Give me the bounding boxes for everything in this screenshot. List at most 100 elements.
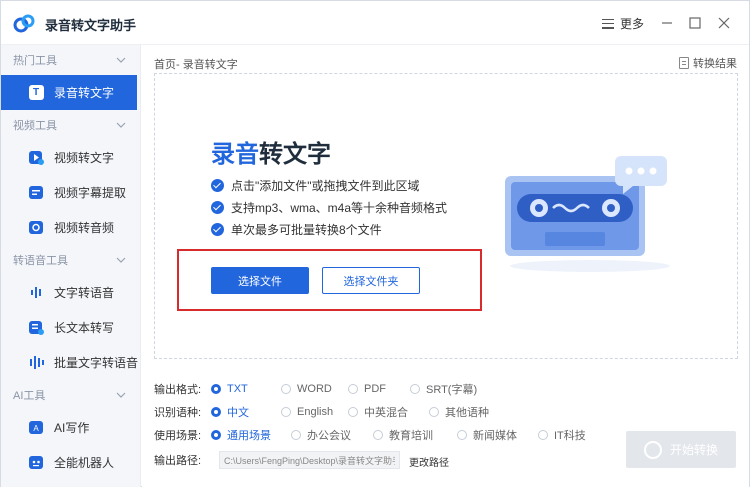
sidebar-item-batch-text-to-speech[interactable]: 批量文字转语音: [1, 345, 140, 380]
soundwave-icon: [30, 287, 41, 298]
section-label: 视频工具: [13, 120, 57, 132]
sidebar-item-text-to-speech[interactable]: 文字转语音: [1, 275, 140, 310]
document-edit-icon: [28, 321, 44, 335]
video-play-icon: [28, 151, 44, 165]
svg-text:A: A: [33, 424, 39, 433]
check-circle-icon: [211, 222, 224, 236]
output-path-field[interactable]: [219, 451, 400, 469]
language-row: 识别语种: 中文 English 中英混合 其他语种: [154, 403, 614, 421]
sidebar-item-all-purpose-robot[interactable]: 全能机器人: [1, 445, 140, 480]
video-audio-icon: [28, 221, 43, 234]
subtitle-icon: [28, 186, 43, 199]
batch-soundwave-icon: [29, 356, 44, 369]
dropzone-title-rest: 转文字: [259, 141, 331, 168]
output-format-row: 输出格式: TXT WORD PDF SRT(字幕): [154, 380, 614, 398]
format-radio-txt[interactable]: TXT: [211, 383, 248, 395]
feature-text: 点击"添加文件"或拖拽文件到此区域: [231, 178, 420, 193]
select-folder-button[interactable]: 选择文件夹: [322, 267, 420, 294]
convert-results-button[interactable]: 转换结果: [679, 55, 737, 71]
dropzone-title: 录音转文字: [211, 134, 331, 169]
scene-radio-meeting[interactable]: 办公会议: [291, 427, 351, 443]
sidebar-item-long-text-transcribe[interactable]: 长文本转写: [1, 310, 140, 345]
section-label: 热门工具: [13, 55, 57, 67]
language-label: 识别语种:: [154, 407, 202, 419]
language-radio-mixed[interactable]: 中英混合: [348, 404, 408, 420]
file-drop-zone[interactable]: 录音转文字 点击"添加文件"或拖拽文件到此区域 支持mp3、wma、m4a等十余…: [154, 73, 738, 359]
close-icon: [718, 17, 730, 29]
minimize-button[interactable]: [657, 13, 677, 33]
app-logo-icon: [13, 14, 35, 33]
section-video-tools[interactable]: 视频工具: [1, 110, 140, 140]
sidebar: 热门工具 T 录音转文字 视频工具 视频转文字 视频字幕提取 视频转音频 转语音…: [1, 45, 141, 487]
format-radio-word[interactable]: WORD: [281, 383, 332, 395]
sidebar-item-video-subtitle-extract[interactable]: 视频字幕提取: [1, 175, 140, 210]
start-convert-label: 开始转换: [669, 443, 718, 457]
scene-radio-education[interactable]: 教育培训: [373, 427, 433, 443]
scene-radio-news[interactable]: 新闻媒体: [457, 427, 517, 443]
feature-text: 支持mp3、wma、m4a等十余种音频格式: [231, 200, 448, 215]
scene-radio-it[interactable]: IT科技: [538, 427, 586, 443]
text-t-icon: T: [28, 85, 44, 100]
sidebar-item-audio-to-text[interactable]: T 录音转文字: [1, 75, 137, 110]
menu-icon: [602, 18, 614, 29]
title-bar: 录音转文字助手 更多: [1, 1, 749, 45]
language-radio-english[interactable]: English: [281, 406, 333, 418]
language-radio-chinese[interactable]: 中文: [211, 404, 249, 420]
minimize-icon: [662, 22, 672, 24]
output-path-row: 输出路径: 更改路径: [154, 451, 454, 469]
sidebar-item-label: 文字转语音: [54, 286, 115, 300]
more-menu-button[interactable]: 更多: [602, 15, 644, 32]
maximize-button[interactable]: [685, 13, 705, 33]
sidebar-item-label: 视频字幕提取: [54, 186, 127, 200]
document-icon: [679, 57, 689, 69]
format-radio-srt[interactable]: SRT(字幕): [410, 381, 477, 397]
feature-item: 点击"添加文件"或拖拽文件到此区域: [211, 174, 447, 196]
more-label: 更多: [620, 17, 645, 31]
sidebar-item-label: 视频转音频: [54, 221, 115, 235]
chevron-down-icon: [116, 392, 126, 398]
sidebar-item-video-to-text[interactable]: 视频转文字: [1, 140, 140, 175]
dropzone-title-accent: 录音: [211, 141, 259, 168]
scene-row: 使用场景: 通用场景 办公会议 教育培训 新闻媒体 IT科技: [154, 426, 614, 444]
maximize-icon: [689, 17, 701, 29]
sidebar-item-label: 录音转文字: [54, 86, 115, 100]
section-label: 转语音工具: [13, 255, 68, 267]
convert-cycle-icon: [643, 440, 662, 459]
language-radio-other[interactable]: 其他语种: [429, 404, 489, 420]
output-path-label: 输出路径:: [154, 455, 202, 467]
main-panel: 首页- 录音转文字 转换结果 录音转文字 点击"添加文件"或拖拽文件到此区域 支…: [142, 45, 749, 487]
chevron-down-icon: [116, 57, 126, 63]
output-format-label: 输出格式:: [154, 384, 202, 396]
sidebar-item-label: 长文本转写: [54, 321, 115, 335]
close-button[interactable]: [714, 13, 734, 33]
cassette-tape-illustration: [505, 156, 670, 272]
feature-list: 点击"添加文件"或拖拽文件到此区域 支持mp3、wma、m4a等十余种音频格式 …: [211, 174, 447, 240]
change-path-link[interactable]: 更改路径: [409, 454, 449, 469]
app-window: 录音转文字助手 更多 热门工具 T 录音转文字 视频工具 视频转文字 视频字幕提…: [0, 0, 750, 487]
breadcrumb: 首页- 录音转文字: [154, 59, 238, 71]
chevron-down-icon: [116, 122, 126, 128]
chevron-down-icon: [116, 257, 126, 263]
feature-text: 单次最多可批量转换8个文件: [231, 222, 382, 237]
sidebar-item-label: 视频转文字: [54, 151, 115, 165]
scene-label: 使用场景:: [154, 430, 202, 442]
ai-writing-icon: A: [28, 421, 43, 434]
feature-item: 单次最多可批量转换8个文件: [211, 218, 447, 240]
select-file-button[interactable]: 选择文件: [211, 267, 309, 294]
section-voice-tools[interactable]: 转语音工具: [1, 245, 140, 275]
sidebar-item-label: 全能机器人: [54, 456, 115, 470]
section-ai-tools[interactable]: AI工具: [1, 380, 140, 410]
convert-results-label: 转换结果: [693, 58, 737, 70]
start-convert-button[interactable]: 开始转换: [626, 431, 736, 468]
feature-item: 支持mp3、wma、m4a等十余种音频格式: [211, 196, 447, 218]
app-title: 录音转文字助手: [45, 18, 137, 33]
section-hot-tools[interactable]: 热门工具: [1, 45, 140, 75]
sidebar-item-ai-writing[interactable]: A AI写作: [1, 410, 140, 445]
sidebar-item-label: 批量文字转语音: [54, 356, 139, 370]
section-label: AI工具: [13, 390, 46, 402]
check-circle-icon: [211, 178, 224, 192]
scene-radio-general[interactable]: 通用场景: [211, 427, 271, 443]
sidebar-item-video-to-audio[interactable]: 视频转音频: [1, 210, 140, 245]
check-circle-icon: [211, 200, 224, 214]
format-radio-pdf[interactable]: PDF: [348, 383, 386, 395]
